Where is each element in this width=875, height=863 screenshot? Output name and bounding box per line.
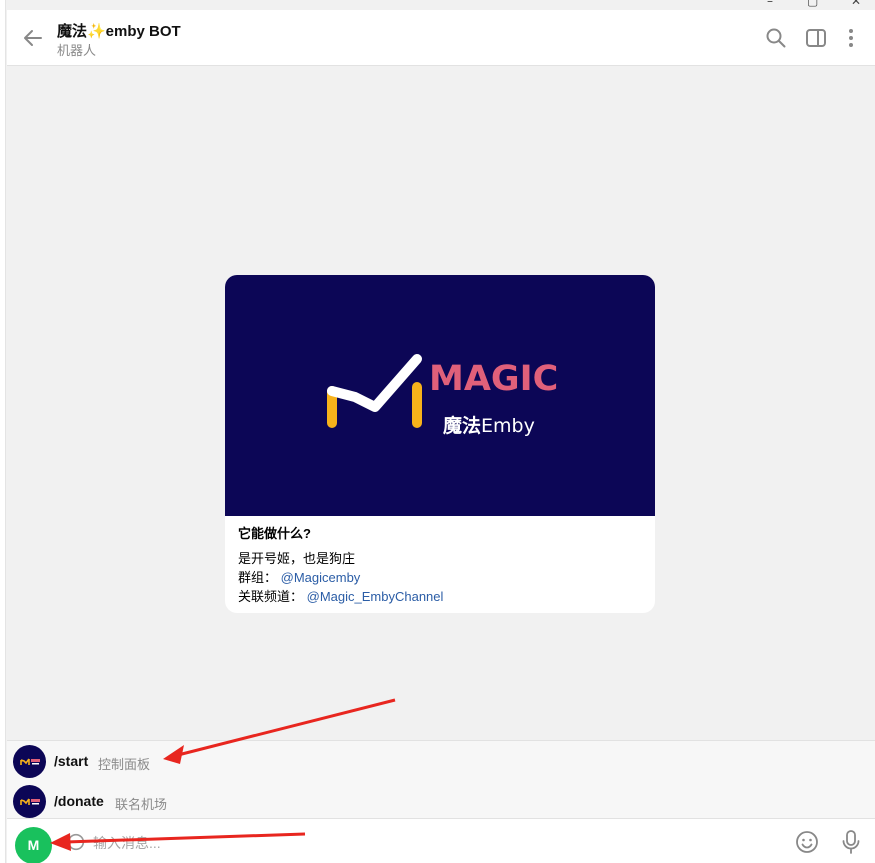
emoji-icon[interactable] — [795, 830, 819, 854]
left-window-strip — [0, 0, 6, 863]
group-line: 群组： @Magicemby — [238, 570, 361, 585]
magic-logo-icon — [327, 354, 422, 428]
bot-avatar — [13, 785, 46, 818]
user-avatar[interactable]: M — [15, 827, 52, 863]
back-arrow-icon[interactable] — [21, 26, 45, 50]
message-composer: M — [7, 818, 875, 863]
command-name: /donate — [54, 793, 104, 809]
card-title: 它能做什么? — [238, 526, 311, 541]
card-description: 是开号姬，也是狗庄 — [238, 551, 356, 566]
channel-link[interactable]: @Magic_EmbyChannel — [307, 589, 444, 604]
command-description: 联名机场 — [115, 797, 168, 812]
group-link[interactable]: @Magicemby — [281, 570, 361, 585]
command-donate[interactable]: /donate 联名机场 — [7, 781, 875, 821]
channel-line: 关联频道： @Magic_EmbyChannel — [238, 589, 444, 604]
sidebar-toggle-icon[interactable] — [804, 26, 828, 50]
banner-sub-text: 魔法Emby — [443, 415, 535, 437]
card-body: 它能做什么? 是开号姬，也是狗庄 群组： @Magicemby 关联频道： @M… — [225, 516, 655, 606]
bot-command-list: /start 控制面板 /donate 联名机场 — [7, 740, 875, 818]
chat-title[interactable]: 魔法✨emby BOT — [57, 20, 181, 41]
banner-brand-text: MAGIC — [429, 359, 559, 399]
bot-banner-image: MAGIC 魔法Emby — [225, 275, 655, 516]
bot-info-card: MAGIC 魔法Emby 它能做什么? 是开号姬，也是狗庄 群组： @Magic… — [225, 275, 655, 613]
maximize-button[interactable]: ▢ — [807, 0, 818, 8]
command-description: 控制面板 — [98, 757, 151, 772]
message-input[interactable] — [93, 831, 743, 855]
bot-avatar — [13, 745, 46, 778]
close-window-button[interactable]: ✕ — [851, 0, 861, 8]
command-name: /start — [54, 753, 89, 769]
chat-header: 魔法✨emby BOT 机器人 — [7, 10, 875, 66]
minimize-button[interactable]: – — [767, 0, 773, 8]
chat-subtitle: 机器人 — [57, 43, 97, 58]
microphone-icon[interactable] — [839, 829, 863, 855]
command-start[interactable]: /start 控制面板 — [7, 741, 875, 781]
more-vertical-icon[interactable] — [839, 26, 863, 50]
chat-area[interactable]: MAGIC 魔法Emby 它能做什么? 是开号姬，也是狗庄 群组： @Magic… — [7, 67, 875, 739]
attach-icon[interactable] — [65, 831, 87, 853]
search-icon[interactable] — [764, 26, 788, 50]
window-controls: – ▢ ✕ — [755, 0, 875, 8]
